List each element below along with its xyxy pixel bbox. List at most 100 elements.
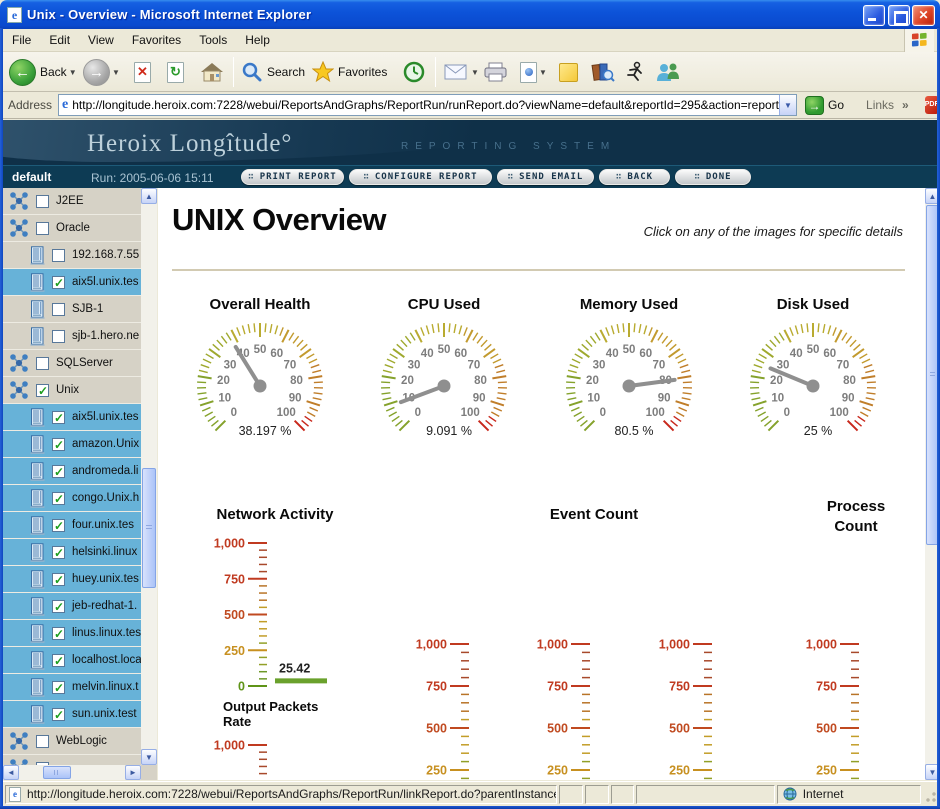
report-back-button[interactable]: ∷ BACK	[599, 169, 670, 185]
tree-checkbox[interactable]	[52, 681, 65, 694]
tree-checkbox[interactable]	[36, 384, 49, 397]
memory-used-gauge[interactable]: 010203040506070809010080.5 %	[544, 322, 714, 454]
print-button[interactable]	[483, 57, 509, 87]
edit-button[interactable]: ▼	[520, 57, 547, 87]
history-button[interactable]	[402, 57, 426, 87]
configure-report-button[interactable]: ∷ CONFIGURE REPORT	[349, 169, 492, 185]
mail-button[interactable]: ▼	[443, 57, 479, 87]
edit-dropdown-icon[interactable]: ▼	[539, 68, 547, 77]
tree-item[interactable]: WebLogic	[3, 728, 141, 755]
scroll-up-button[interactable]: ▲	[141, 188, 157, 204]
stop-button[interactable]: ✕	[134, 57, 151, 87]
back-dropdown-icon[interactable]: ▼	[69, 68, 77, 77]
tree-item[interactable]: congo.Unix.h	[3, 485, 141, 512]
aim-button[interactable]	[624, 57, 646, 87]
tree-item[interactable]: J2EE	[3, 188, 141, 215]
resize-grip[interactable]	[923, 785, 937, 804]
address-dropdown-button[interactable]: ▼	[779, 95, 796, 115]
menu-file[interactable]: File	[3, 30, 40, 50]
cpu-used-gauge[interactable]: 01020304050607080901009.091 %	[359, 322, 529, 454]
tree-checkbox[interactable]	[52, 708, 65, 721]
scroll-right-button[interactable]: ►	[125, 765, 141, 780]
home-button[interactable]	[200, 57, 224, 87]
scroll-thumb[interactable]	[142, 468, 156, 588]
links-label[interactable]: Links	[866, 98, 894, 112]
tree-item[interactable]: Oracle	[3, 215, 141, 242]
messenger-button[interactable]	[655, 57, 681, 87]
tree-item[interactable]: amazon.Unix	[3, 431, 141, 458]
tree-checkbox[interactable]	[52, 276, 65, 289]
overall-health-gauge[interactable]: 010203040506070809010038.197 %	[175, 322, 345, 454]
tree-item[interactable]: andromeda.li	[3, 458, 141, 485]
network-activity-thermometer[interactable]: 1,000750500250025.42	[205, 533, 335, 708]
menu-tools[interactable]: Tools	[190, 30, 236, 50]
tree-item[interactable]: sun.unix.test	[3, 701, 141, 728]
forward-button[interactable]: →▼	[83, 57, 120, 87]
sidebar-horizontal-scrollbar[interactable]: ◄ ►	[3, 765, 141, 780]
go-button[interactable]: → Go	[805, 96, 844, 115]
tree-item[interactable]: aix5l.unix.tes	[3, 269, 141, 296]
scroll-down-button[interactable]: ▼	[141, 749, 157, 765]
minimize-button[interactable]	[863, 5, 885, 26]
menu-edit[interactable]: Edit	[40, 30, 79, 50]
forward-dropdown-icon[interactable]: ▼	[112, 68, 120, 77]
done-button[interactable]: ∷ DONE	[675, 169, 751, 185]
tree-item[interactable]: SJB-1	[3, 296, 141, 323]
tree-item[interactable]	[3, 755, 141, 765]
process-count-thermometer[interactable]: 1,000750500250	[797, 634, 925, 780]
scroll-left-button[interactable]: ◄	[3, 765, 19, 780]
tree-item[interactable]: aix5l.unix.tes	[3, 404, 141, 431]
tree-checkbox[interactable]	[52, 600, 65, 613]
menu-favorites[interactable]: Favorites	[123, 30, 190, 50]
tree-item[interactable]: linus.linux.tes	[3, 620, 141, 647]
tree-checkbox[interactable]	[52, 465, 65, 478]
maximize-button[interactable]	[888, 5, 910, 26]
tree-item[interactable]: Unix	[3, 377, 141, 404]
menu-help[interactable]: Help	[236, 30, 279, 50]
event-count-thermometer-3[interactable]: 1,000750500250	[650, 634, 780, 780]
tree-checkbox[interactable]	[52, 303, 65, 316]
tree-checkbox[interactable]	[36, 222, 49, 235]
tree-checkbox[interactable]	[52, 654, 65, 667]
print-report-button[interactable]: ∷ PRINT REPORT	[241, 169, 344, 185]
output-packets-rate-thermometer[interactable]: 1,000	[205, 735, 335, 780]
mail-dropdown-icon[interactable]: ▼	[471, 68, 479, 77]
send-email-button[interactable]: ∷ SEND EMAIL	[497, 169, 594, 185]
tree-checkbox[interactable]	[52, 492, 65, 505]
tree-checkbox[interactable]	[52, 573, 65, 586]
tree-checkbox[interactable]	[52, 438, 65, 451]
search-button[interactable]: Search	[241, 57, 305, 87]
tree-item[interactable]: four.unix.tes	[3, 512, 141, 539]
tree-item[interactable]: 192.168.7.55	[3, 242, 141, 269]
tree-item[interactable]: localhost.loca	[3, 647, 141, 674]
tree-checkbox[interactable]	[52, 546, 65, 559]
tree-checkbox[interactable]	[36, 735, 49, 748]
address-input[interactable]: e http://longitude.heroix.com:7228/webui…	[58, 94, 797, 116]
tree-item[interactable]: melvin.linux.t	[3, 674, 141, 701]
tree-checkbox[interactable]	[52, 249, 65, 262]
tree-item[interactable]: SQLServer	[3, 350, 141, 377]
links-chevron-icon[interactable]: »	[902, 98, 909, 112]
scroll-thumb[interactable]	[43, 766, 71, 779]
tree-checkbox[interactable]	[52, 519, 65, 532]
tree-checkbox[interactable]	[36, 195, 49, 208]
event-count-thermometer-2[interactable]: 1,000750500250	[528, 634, 658, 780]
tree-checkbox[interactable]	[52, 411, 65, 424]
tree-checkbox[interactable]	[52, 627, 65, 640]
research-button[interactable]	[591, 57, 615, 87]
event-count-thermometer-1[interactable]: 1,000750500250	[407, 634, 537, 780]
refresh-button[interactable]: ↻	[167, 57, 184, 87]
tree-item[interactable]: sjb-1.hero.ne	[3, 323, 141, 350]
tree-item[interactable]: huey.unix.tes	[3, 566, 141, 593]
tree-item[interactable]: jeb-redhat-1.	[3, 593, 141, 620]
back-button[interactable]: ← Back▼	[9, 57, 77, 87]
menu-view[interactable]: View	[79, 30, 123, 50]
tree-checkbox[interactable]	[36, 357, 49, 370]
tree-checkbox[interactable]	[52, 330, 65, 343]
close-button[interactable]	[912, 5, 935, 26]
sidebar-vertical-scrollbar[interactable]: ▲ ▼	[141, 188, 157, 765]
disk-used-gauge[interactable]: 010203040506070809010025 %	[728, 322, 898, 454]
discuss-button[interactable]	[559, 57, 578, 87]
tree-item[interactable]: helsinki.linux	[3, 539, 141, 566]
favorites-button[interactable]: Favorites	[312, 57, 387, 87]
